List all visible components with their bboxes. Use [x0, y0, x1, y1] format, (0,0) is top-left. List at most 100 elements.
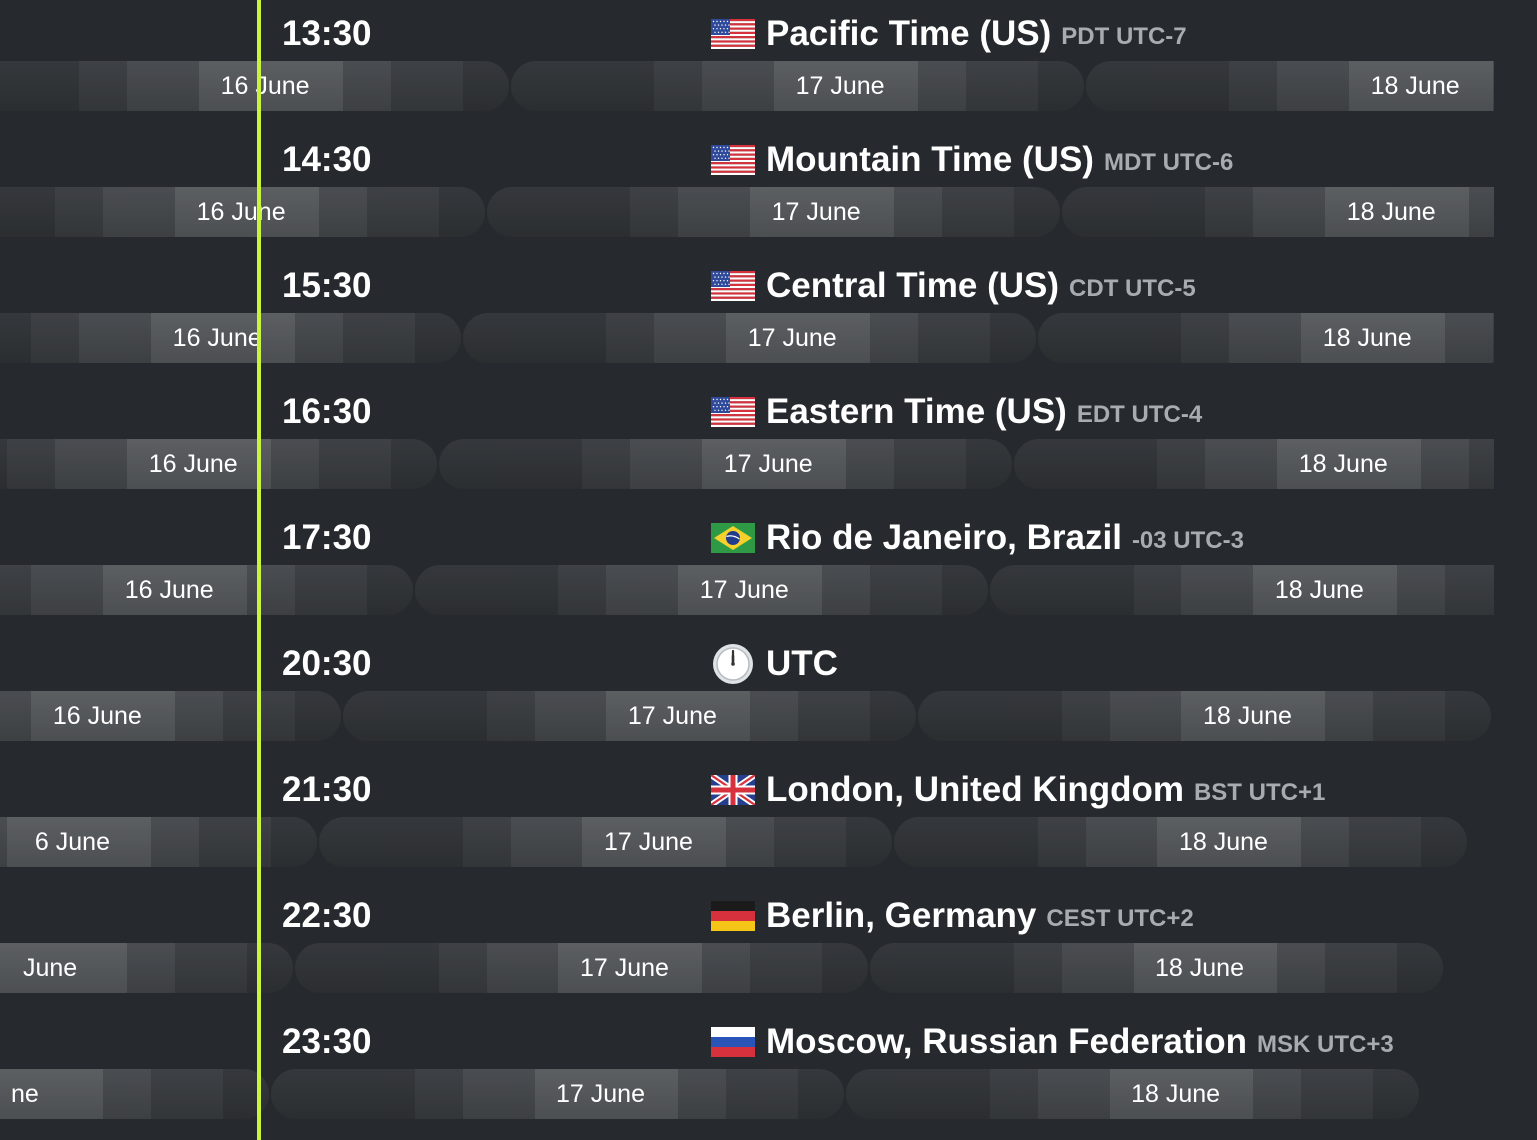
timezone-row[interactable]: 14:30 Mountain Time (US) MDT UTC-6 16 June 1…: [0, 126, 1537, 252]
day-block[interactable]: 17 June: [510, 61, 1084, 111]
day-block[interactable]: 18 June: [869, 943, 1443, 993]
timezone-row[interactable]: 20:30 UTC 16 June 17 June 18 June: [0, 630, 1537, 756]
day-block[interactable]: 16 June: [0, 187, 485, 237]
day-block[interactable]: June: [0, 943, 293, 993]
day-block[interactable]: 16 June: [0, 691, 341, 741]
hour-band: [127, 61, 200, 111]
hour-band: [318, 439, 392, 489]
day-label: 18 June: [1131, 1080, 1221, 1108]
hour-band: [1397, 565, 1446, 615]
timezone-label: Pacific Time (US) PDT UTC-7: [711, 14, 1187, 54]
day-label: June: [22, 954, 78, 982]
timezone-row[interactable]: 23:30 Moscow, Russian Federation MSK UTC+3…: [0, 1008, 1537, 1134]
hour-band: [294, 565, 368, 615]
day-label: 16 June: [196, 198, 286, 226]
hour-band: [798, 691, 871, 741]
timezone-label: Central Time (US) CDT UTC-5: [711, 266, 1196, 306]
day-timeline[interactable]: 16 June 17 June 18 June: [0, 691, 1494, 741]
day-block[interactable]: 16 June: [0, 313, 461, 363]
day-label: 16 June: [172, 324, 262, 352]
timezone-name: London, United Kingdom: [766, 770, 1184, 809]
hour-band: [1253, 187, 1326, 237]
hour-band: [606, 565, 679, 615]
hour-band: [869, 565, 943, 615]
timezone-row[interactable]: 15:30 Central Time (US) CDT UTC-5 16 June 17…: [0, 252, 1537, 378]
day-block[interactable]: 17 June: [414, 565, 988, 615]
day-timeline[interactable]: ne 17 June 18 June: [0, 1069, 1494, 1119]
hour-band: [582, 439, 631, 489]
day-block[interactable]: 17 June: [486, 187, 1060, 237]
day-block[interactable]: ne: [0, 1069, 269, 1119]
hour-band: [55, 187, 104, 237]
local-time: 23:30: [282, 1022, 372, 1061]
day-block[interactable]: 18 June: [1013, 439, 1494, 489]
day-timeline[interactable]: 6 June 17 June 18 June: [0, 817, 1494, 867]
hour-band: [1301, 817, 1350, 867]
day-block[interactable]: 16 June: [0, 439, 437, 489]
day-timeline[interactable]: June 17 June 18 June: [0, 943, 1494, 993]
hour-band: [31, 313, 80, 363]
hour-band: [1061, 691, 1111, 741]
day-block[interactable]: 6 June: [0, 817, 317, 867]
day-block[interactable]: 18 June: [846, 1069, 1420, 1119]
day-label: 17 June: [771, 198, 861, 226]
hour-band: [0, 691, 32, 741]
day-block[interactable]: 17 June: [294, 943, 868, 993]
day-timeline[interactable]: 16 June 17 June 18 June: [0, 565, 1494, 615]
day-block[interactable]: 18 June: [1061, 187, 1494, 237]
hour-band: [1373, 1069, 1420, 1119]
day-block[interactable]: 16 June: [0, 565, 413, 615]
day-block[interactable]: 18 June: [1085, 61, 1494, 111]
hour-band: [270, 1069, 416, 1119]
hour-band: [1037, 817, 1087, 867]
hour-band: [486, 943, 559, 993]
hour-band: [965, 61, 1039, 111]
hour-band: [822, 943, 868, 993]
day-block[interactable]: 17 June: [270, 1069, 844, 1119]
hour-band: [1037, 1069, 1111, 1119]
timezone-row[interactable]: 16:30 Eastern Time (US) EDT UTC-4 16 June 17…: [0, 378, 1537, 504]
day-block[interactable]: 17 June: [318, 817, 892, 867]
day-block[interactable]: 18 June: [893, 817, 1467, 867]
current-time-line[interactable]: [257, 0, 261, 1140]
flag-us-icon: [711, 397, 755, 427]
hour-band: [1013, 187, 1060, 237]
hour-band: [55, 439, 128, 489]
timezone-row[interactable]: 13:30 Pacific Time (US) PDT UTC-7 16 June 17…: [0, 0, 1537, 126]
hour-band: [1325, 691, 1374, 741]
timezone-row[interactable]: 22:30 Berlin, Germany CEST UTC+2 June 17 Jun…: [0, 882, 1537, 1008]
day-block[interactable]: 17 June: [438, 439, 1012, 489]
timezone-row[interactable]: 17:30 Rio de Janeiro, Brazil -03 UTC-3 16 J…: [0, 504, 1537, 630]
hour-band: [1133, 565, 1182, 615]
day-block[interactable]: 18 June: [1037, 313, 1494, 363]
hour-band: [151, 1069, 224, 1119]
day-block[interactable]: 18 June: [917, 691, 1491, 741]
day-block[interactable]: 18 June: [989, 565, 1494, 615]
hour-band: [294, 943, 440, 993]
hour-band: [247, 565, 296, 615]
hour-band: [869, 691, 916, 741]
day-block[interactable]: 17 June: [462, 313, 1036, 363]
hour-band: [390, 439, 437, 489]
hour-band: [366, 565, 413, 615]
hour-band: [1205, 439, 1278, 489]
day-timeline[interactable]: 16 June 17 June 18 June: [0, 61, 1494, 111]
day-label: 17 June: [795, 72, 885, 100]
hour-band: [390, 61, 464, 111]
day-block[interactable]: 17 June: [342, 691, 916, 741]
day-label: 17 June: [723, 450, 813, 478]
day-timeline[interactable]: 16 June 17 June 18 June: [0, 439, 1494, 489]
hour-band: [486, 691, 536, 741]
hour-band: [1229, 61, 1278, 111]
day-timeline[interactable]: 16 June 17 June 18 June: [0, 313, 1494, 363]
hour-band: [414, 565, 559, 615]
timezone-row[interactable]: 21:30 London, United Kingdom BST UTC+1 6 Ju…: [0, 756, 1537, 882]
day-block[interactable]: 16 June: [0, 61, 509, 111]
timezone-label: London, United Kingdom BST UTC+1: [709, 770, 1325, 810]
day-timeline[interactable]: 16 June 17 June 18 June: [0, 187, 1494, 237]
timezone-abbreviation: MDT UTC-6: [1103, 149, 1234, 176]
hour-band: [366, 187, 440, 237]
hour-band: [869, 943, 1015, 993]
hour-band: [1085, 61, 1230, 111]
flag-russia-icon: [711, 1027, 755, 1057]
